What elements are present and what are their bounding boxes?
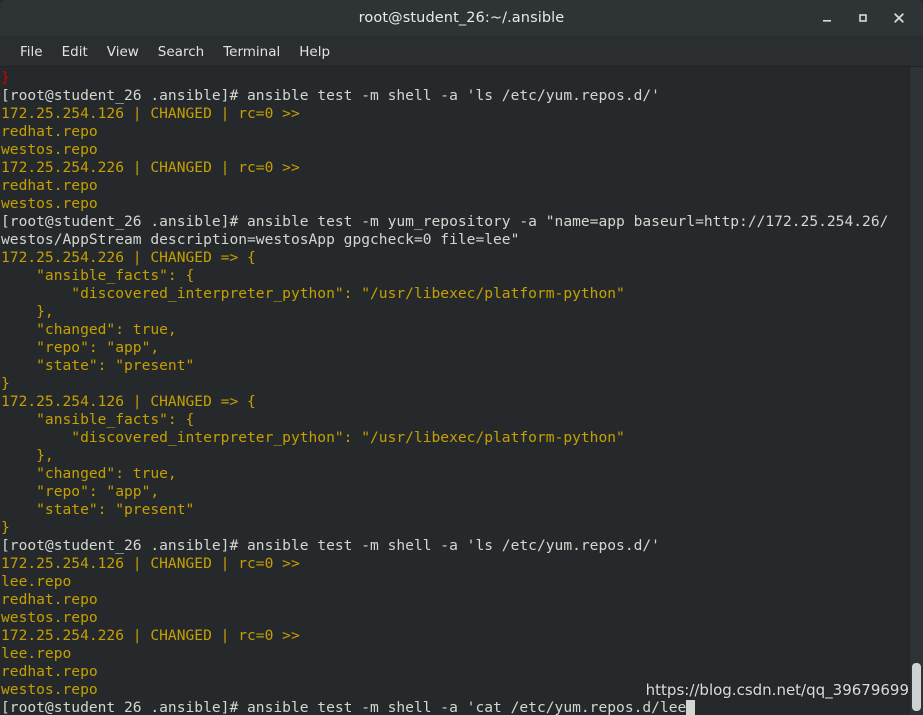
terminal-line: westos.repo [1,141,98,158]
terminal-line: "state": "present" [1,357,195,374]
terminal-line: westos/AppStream description=westosApp g… [1,231,520,248]
terminal-line: "changed": true, [1,465,177,482]
terminal-line: westos.repo [1,195,98,212]
scrollbar-thumb[interactable] [912,663,921,711]
minimize-button[interactable] [819,10,835,26]
terminal-line: "ansible_facts": { [1,267,195,284]
menu-item-file[interactable]: File [11,41,53,63]
terminal-line: }, [1,303,54,320]
terminal-line: westos.repo [1,681,98,698]
terminal-line: 172.25.254.126 | CHANGED | rc=0 >> [1,105,300,122]
terminal-line: }, [1,447,54,464]
terminal-output[interactable]: } [root@student_26 .ansible]# ansible tes… [0,67,909,715]
terminal-line: 172.25.254.226 | CHANGED | rc=0 >> [1,159,300,176]
terminal-line: lee.repo [1,573,72,590]
terminal-window: root@student_26:~/.ansible File Edit Vie… [0,0,923,715]
terminal-line: "discovered_interpreter_python": "/usr/l… [1,285,625,302]
terminal-line: "changed": true, [1,321,177,338]
terminal-scrollbar[interactable] [909,67,923,715]
terminal-line: "ansible_facts": { [1,411,195,428]
terminal-line: lee.repo [1,645,72,662]
terminal-line: } [1,519,10,536]
terminal-line: [root@student_26 .ansible]# ansible test… [1,213,889,230]
maximize-button[interactable] [855,10,871,26]
terminal-line: redhat.repo [1,663,98,680]
menu-item-view[interactable]: View [98,41,149,63]
terminal-line: "state": "present" [1,501,195,518]
terminal-line: [root@student_26 .ansible]# ansible test… [1,87,660,104]
terminal-line: 172.25.254.226 | CHANGED => { [1,249,256,266]
terminal-line: redhat.repo [1,123,98,140]
window-controls [819,10,923,26]
menu-item-edit[interactable]: Edit [53,41,98,63]
terminal-line: 172.25.254.226 | CHANGED | rc=0 >> [1,627,300,644]
terminal-line: "repo": "app", [1,483,160,500]
menu-bar: File Edit View Search Terminal Help [0,37,923,67]
terminal-line: redhat.repo [1,177,98,194]
terminal-line: [root@student_26 .ansible]# ansible test… [1,537,660,554]
terminal-line: } [1,69,10,86]
terminal-line: [root@student_26 .ansible]# ansible test… [1,699,909,715]
terminal-line: "discovered_interpreter_python": "/usr/l… [1,429,625,446]
terminal-area[interactable]: } [root@student_26 .ansible]# ansible tes… [0,67,923,715]
terminal-line: 172.25.254.126 | CHANGED => { [1,393,256,410]
terminal-cursor [686,700,696,715]
title-bar[interactable]: root@student_26:~/.ansible [0,0,923,37]
terminal-line: westos.repo [1,609,98,626]
window-title: root@student_26:~/.ansible [358,10,565,26]
terminal-line: 172.25.254.126 | CHANGED | rc=0 >> [1,555,300,572]
terminal-line: } [1,375,10,392]
terminal-line: redhat.repo [1,591,98,608]
menu-item-help[interactable]: Help [290,41,340,63]
terminal-line: "repo": "app", [1,339,160,356]
close-button[interactable] [891,10,907,26]
menu-item-search[interactable]: Search [149,41,214,63]
menu-item-terminal[interactable]: Terminal [214,41,290,63]
